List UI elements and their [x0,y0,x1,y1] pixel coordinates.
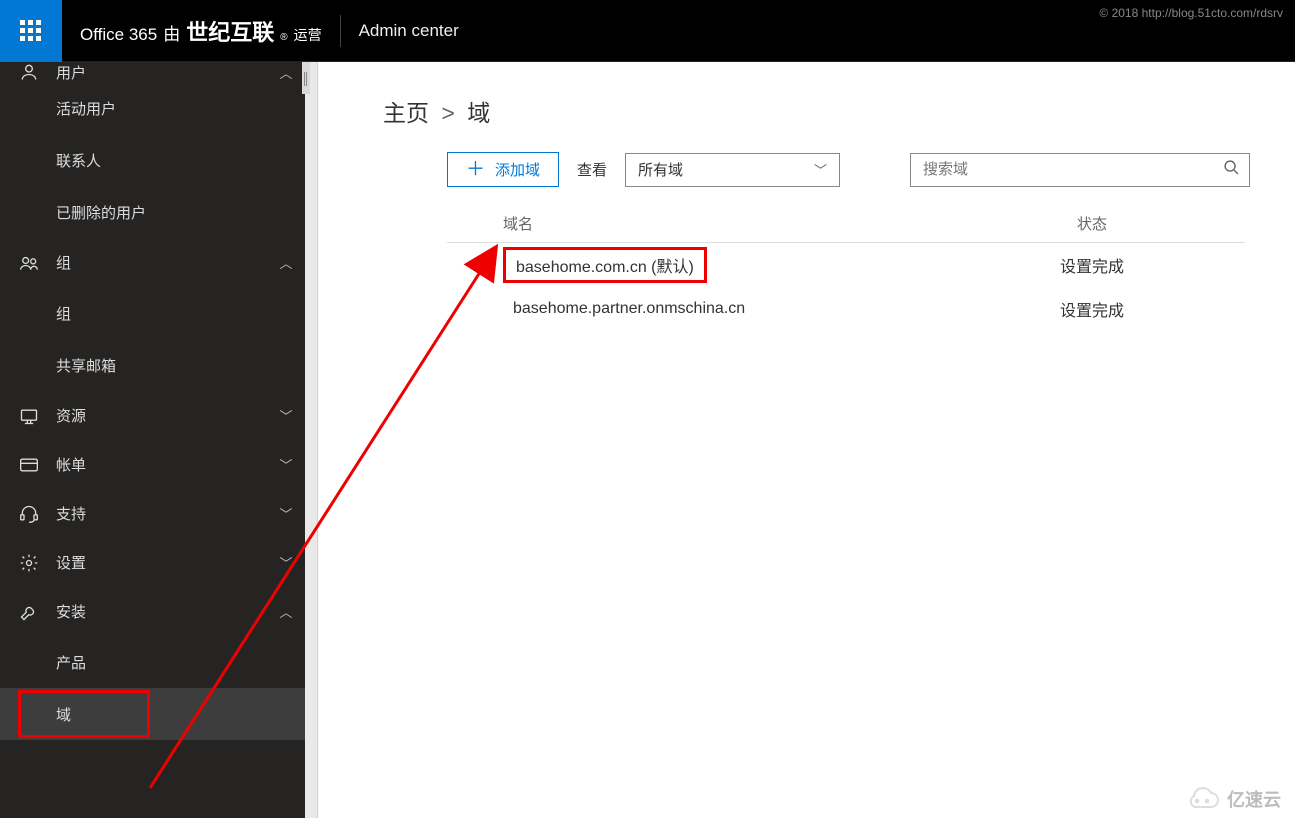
sidebar-sub-products[interactable]: 产品 [0,636,305,688]
sidebar-sub-contacts[interactable]: 联系人 [0,134,305,186]
sidebar-item-label: 支持 [56,503,267,524]
sidebar-item-setup[interactable]: 安装 ︿ [0,587,305,636]
chevron-down-icon: ﹀ [267,406,305,425]
cloud-icon [1181,787,1221,811]
chevron-down-icon: ﹀ [267,455,305,474]
add-domain-label: 添加域 [495,159,540,180]
sidebar-sub-active-users[interactable]: 活动用户 [0,82,305,134]
table-header: 域名 状态 [447,205,1245,243]
brand-operator: 世纪互联 [186,15,274,47]
add-domain-button[interactable]: ＋ 添加域 [447,152,559,187]
view-filter-dropdown[interactable]: 所有域 ﹀ [625,153,840,187]
brand-by: 由 [163,20,180,45]
sidebar-sub-shared-mailbox[interactable]: 共享邮箱 [0,339,305,391]
toolbar: ＋ 添加域 查看 所有域 ﹀ [447,152,1295,187]
sidebar-item-billing[interactable]: 帐单 ﹀ [0,440,305,489]
search-icon[interactable] [1213,159,1249,181]
billing-icon [14,455,44,475]
sidebar-sub-domains[interactable]: 域 [0,688,305,740]
page-watermark: 亿速云 [1181,786,1281,812]
breadcrumb-current: 域 [467,100,490,126]
product-name: Office 365 [80,25,157,45]
sidebar-item-groups[interactable]: 组 ︿ [0,238,305,287]
wrench-icon [14,602,44,622]
sidebar: 用户 ︿ 活动用户 联系人 已删除的用户 组 ︿ 组 共享邮箱 资源 ﹀ 帐单 [0,62,305,818]
sidebar-item-label: 用户 [56,62,267,83]
search-box [910,153,1250,187]
table-row[interactable]: basehome.partner.onmschina.cn 设置完成 [447,287,1245,331]
sidebar-item-label: 安装 [56,601,267,622]
sidebar-resize-handle[interactable] [302,62,310,94]
domains-table: 域名 状态 basehome.com.cn (默认) 设置完成 basehome… [447,205,1245,331]
sidebar-item-label: 帐单 [56,454,267,475]
sidebar-item-label: 资源 [56,405,267,426]
brand-separator [340,15,341,47]
sidebar-sub-groups[interactable]: 组 [0,287,305,339]
user-icon [14,62,44,82]
search-input[interactable] [911,161,1213,178]
column-header-status[interactable]: 状态 [1007,213,1177,234]
sidebar-item-label: 设置 [56,552,267,573]
reg-mark-icon: ® [280,32,287,43]
domain-status-cell: 设置完成 [1007,297,1177,321]
chevron-down-icon: ﹀ [267,504,305,523]
plus-icon: ＋ [466,160,485,179]
brand-label: Office 365 由 世纪互联 ® 运营 [80,15,322,47]
domain-status-cell: 设置完成 [1007,253,1177,277]
sidebar-sub-deleted-users[interactable]: 已删除的用户 [0,186,305,238]
group-icon [14,253,44,273]
top-bar: Office 365 由 世纪互联 ® 运营 Admin center © 20… [0,0,1295,62]
view-label: 查看 [577,159,607,180]
main-panel: 主页 > 域 ＋ 添加域 查看 所有域 ﹀ [305,62,1295,818]
breadcrumb: 主页 > 域 [383,94,1295,128]
watermark-text: 亿速云 [1227,786,1281,812]
sidebar-item-settings[interactable]: 设置 ﹀ [0,538,305,587]
chevron-down-icon: ﹀ [267,553,305,572]
dropdown-value: 所有域 [638,159,683,180]
table-row[interactable]: basehome.com.cn (默认) 设置完成 [447,243,1245,287]
chevron-down-icon: ﹀ [814,160,827,179]
domain-name-cell: basehome.com.cn (默认) [503,247,707,283]
sidebar-item-label: 组 [56,252,267,273]
chevron-up-icon: ︿ [267,63,305,82]
column-header-name[interactable]: 域名 [447,213,1007,234]
resources-icon [14,406,44,426]
domain-name-cell: basehome.partner.onmschina.cn [503,297,755,321]
app-launcher-button[interactable] [0,0,62,62]
chevron-up-icon: ︿ [267,602,305,621]
copyright-watermark: © 2018 http://blog.51cto.com/rdsrv [1099,6,1283,20]
sidebar-item-resources[interactable]: 资源 ﹀ [0,391,305,440]
sidebar-item-support[interactable]: 支持 ﹀ [0,489,305,538]
sidebar-item-users[interactable]: 用户 ︿ [0,62,305,82]
admin-center-label: Admin center [359,21,459,41]
gear-icon [14,553,44,573]
support-icon [14,504,44,524]
brand-suffix: 运营 [294,25,322,45]
chevron-up-icon: ︿ [267,253,305,272]
scroll-edge [305,62,318,818]
breadcrumb-home[interactable]: 主页 [383,100,429,126]
breadcrumb-separator-icon: > [441,100,454,126]
waffle-icon [20,20,42,42]
